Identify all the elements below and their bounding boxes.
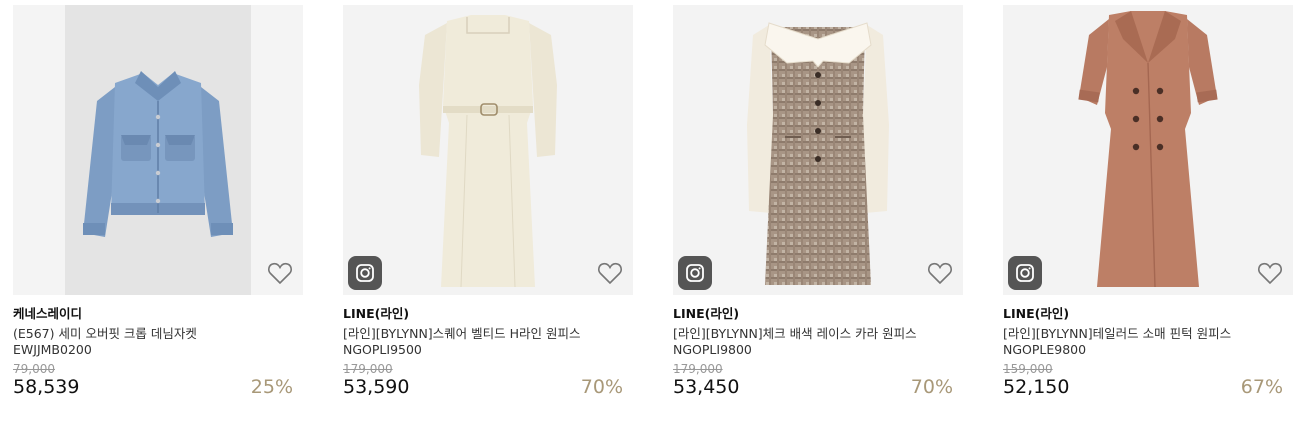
product-brand[interactable]: LINE(라인)	[673, 303, 739, 322]
product-code: EWJJMB0200	[13, 342, 92, 357]
original-price: 179,000	[673, 362, 723, 376]
discount-rate: 70%	[910, 376, 953, 398]
product-card[interactable]: 케네스레이디 (E567) 세미 오버핏 크롭 데님자켓 EWJJMB0200 …	[13, 5, 303, 405]
original-price: 179,000	[343, 362, 393, 376]
product-image[interactable]	[1003, 5, 1293, 295]
instagram-icon[interactable]	[678, 256, 712, 290]
sale-price: 53,450	[673, 376, 740, 398]
instagram-icon[interactable]	[1008, 256, 1042, 290]
product-grid: 케네스레이디 (E567) 세미 오버핏 크롭 데님자켓 EWJJMB0200 …	[0, 0, 1300, 434]
product-name[interactable]: [라인][BYLYNN]스퀘어 벨티드 H라인 원피스	[343, 323, 581, 342]
product-name[interactable]: [라인][BYLYNN]체크 배색 레이스 카라 원피스	[673, 323, 917, 342]
denim-jacket-image	[13, 5, 303, 295]
product-brand[interactable]: 케네스레이디	[13, 303, 82, 322]
product-card[interactable]: LINE(라인) [라인][BYLYNN]체크 배색 레이스 카라 원피스 NG…	[673, 5, 963, 405]
product-image[interactable]	[343, 5, 633, 295]
product-code: NGOPLI9500	[343, 342, 422, 357]
discount-rate: 67%	[1240, 376, 1283, 398]
discount-rate: 70%	[580, 376, 623, 398]
tailored-brown-dress-image	[1003, 5, 1293, 295]
instagram-icon[interactable]	[348, 256, 382, 290]
product-card[interactable]: LINE(라인) [라인][BYLYNN]스퀘어 벨티드 H라인 원피스 NGO…	[343, 5, 633, 405]
check-collar-dress-image	[673, 5, 963, 295]
original-price: 159,000	[1003, 362, 1053, 376]
product-brand[interactable]: LINE(라인)	[1003, 303, 1069, 322]
product-name[interactable]: (E567) 세미 오버핏 크롭 데님자켓	[13, 323, 197, 342]
sale-price: 53,590	[343, 376, 410, 398]
product-name[interactable]: [라인][BYLYNN]테일러드 소매 핀턱 원피스	[1003, 323, 1231, 342]
product-code: NGOPLE9800	[1003, 342, 1087, 357]
heart-outline-icon[interactable]	[927, 261, 953, 285]
product-image[interactable]	[13, 5, 303, 295]
product-brand[interactable]: LINE(라인)	[343, 303, 409, 322]
product-image[interactable]	[673, 5, 963, 295]
sale-price: 52,150	[1003, 376, 1070, 398]
original-price: 79,000	[13, 362, 55, 376]
heart-outline-icon[interactable]	[597, 261, 623, 285]
sale-price: 58,539	[13, 376, 80, 398]
product-code: NGOPLI9800	[673, 342, 752, 357]
heart-outline-icon[interactable]	[1257, 261, 1283, 285]
product-card[interactable]: LINE(라인) [라인][BYLYNN]테일러드 소매 핀턱 원피스 NGOP…	[1003, 5, 1293, 405]
cream-belted-dress-image	[343, 5, 633, 295]
discount-rate: 25%	[250, 376, 293, 398]
heart-outline-icon[interactable]	[267, 261, 293, 285]
